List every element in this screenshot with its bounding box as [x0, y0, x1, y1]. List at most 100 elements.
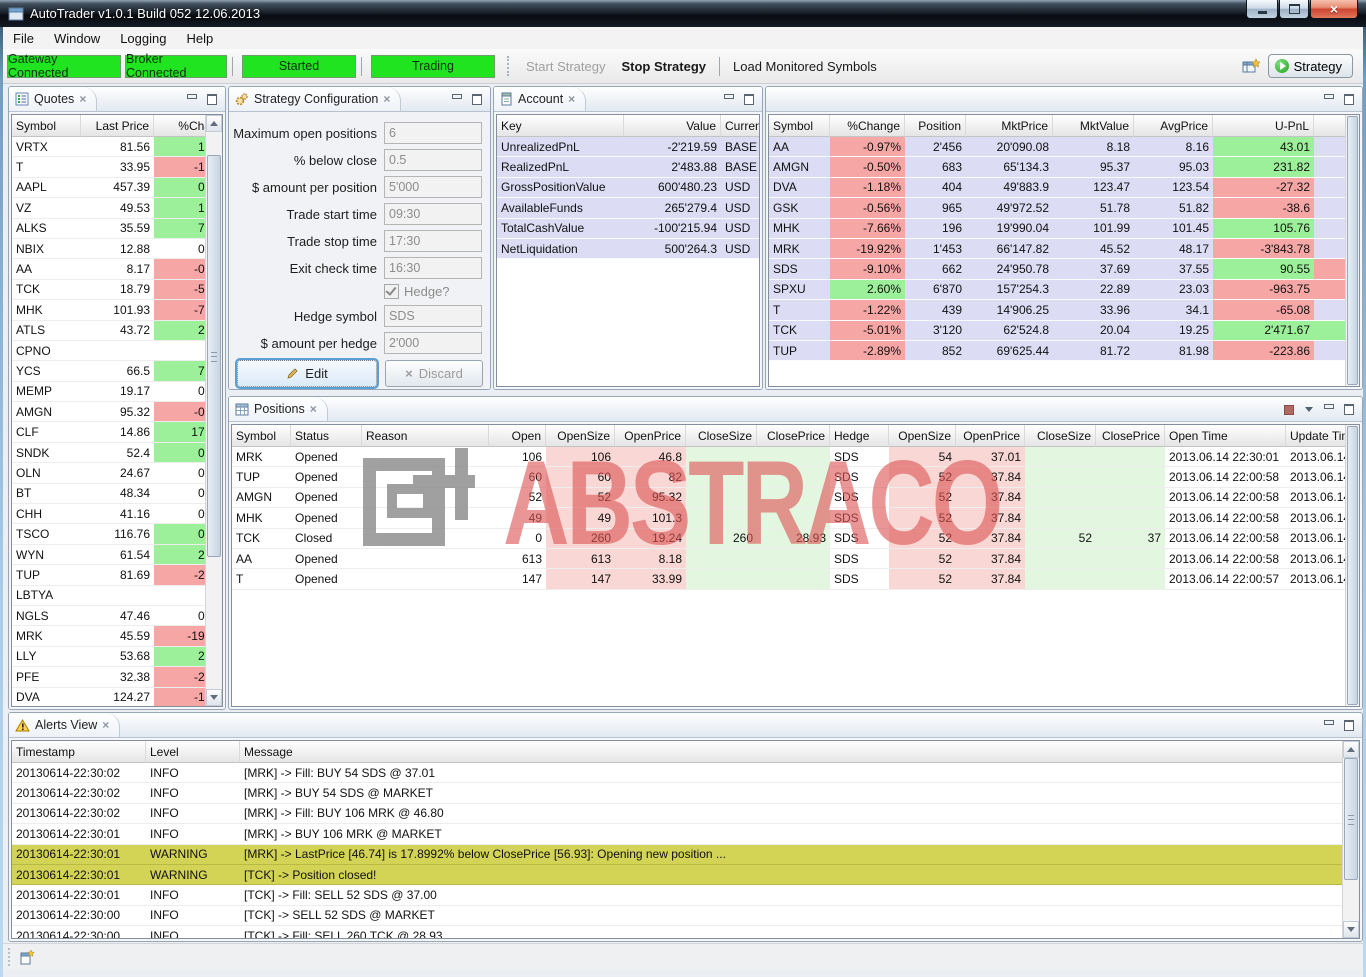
scroll-up-arrow[interactable]: [1343, 741, 1359, 758]
positions-scrollbar[interactable]: [1345, 425, 1359, 706]
panel-maximize-button[interactable]: [1340, 402, 1357, 417]
scroll-down-arrow[interactable]: [206, 689, 222, 706]
menu-logging[interactable]: Logging: [110, 29, 176, 48]
table-row[interactable]: MRK45.59-19.92%: [12, 626, 223, 646]
close-icon[interactable]: ×: [383, 92, 390, 106]
column-header[interactable]: MktPrice: [966, 115, 1053, 137]
menu-window[interactable]: Window: [44, 29, 110, 48]
trading-indicator[interactable]: Trading: [371, 55, 495, 78]
table-row[interactable]: AvailableFunds265'279.4USD: [497, 198, 760, 218]
table-row[interactable]: DVA124.27-1.18%: [12, 688, 223, 707]
column-header[interactable]: Level: [146, 741, 240, 763]
table-row[interactable]: TCKClosed026019.2426028.93SDS5237.845237…: [232, 529, 1360, 549]
table-row[interactable]: 20130614-22:30:01WARNING[MRK] -> LastPri…: [12, 845, 1354, 865]
table-row[interactable]: SDS-9.10%66224'950.7837.6937.5590.55-32.…: [769, 259, 1360, 279]
close-icon[interactable]: ×: [568, 92, 575, 106]
tab-positions[interactable]: Positions ×: [229, 397, 328, 421]
menu-file[interactable]: File: [3, 29, 44, 48]
close-icon[interactable]: ×: [79, 92, 86, 106]
column-header[interactable]: Last Price: [81, 115, 154, 137]
column-header[interactable]: OpenPrice: [956, 425, 1025, 447]
table-row[interactable]: TCK18.79-5.01%: [12, 280, 223, 300]
column-header[interactable]: Open: [489, 425, 546, 447]
column-header[interactable]: Symbol: [769, 115, 830, 137]
tab-account[interactable]: Account ×: [494, 87, 586, 111]
panel-maximize-button[interactable]: [1340, 92, 1357, 107]
table-row[interactable]: NetLiquidation500'264.3USD: [497, 239, 760, 259]
table-row[interactable]: VZ49.531.52%: [12, 198, 223, 218]
table-row[interactable]: AAPL457.390.07%: [12, 178, 223, 198]
table-row[interactable]: 20130614-22:30:02INFO[MRK] -> Fill: BUY …: [12, 763, 1354, 783]
panel-red-square-icon[interactable]: [1280, 402, 1297, 417]
trade-stop-time-field[interactable]: [384, 230, 482, 252]
table-row[interactable]: TUP-2.89%85269'625.4481.7281.98-223.860: [769, 341, 1360, 361]
edit-button[interactable]: Edit: [237, 360, 377, 387]
tab-quotes[interactable]: Quotes ×: [9, 87, 97, 111]
table-row[interactable]: ALKS35.597.20%: [12, 219, 223, 239]
column-header[interactable]: Open Time: [1165, 425, 1286, 447]
trade-start-time-field[interactable]: [384, 203, 482, 225]
scroll-thumb[interactable]: [1347, 116, 1358, 385]
panel-minimize-button[interactable]: [720, 92, 737, 107]
max-open-positions-field[interactable]: [384, 122, 482, 144]
table-row[interactable]: MHKOpened4949101.3SDS5237.842013.06.14 2…: [232, 508, 1360, 528]
column-header[interactable]: Position: [905, 115, 966, 137]
column-header[interactable]: ClosePrice: [1096, 425, 1165, 447]
tab-alerts-view[interactable]: Alerts View ×: [9, 713, 120, 737]
table-row[interactable]: ATLS43.722.94%: [12, 321, 223, 341]
column-header[interactable]: AvgPrice: [1134, 115, 1213, 137]
started-indicator[interactable]: Started: [242, 55, 356, 78]
panel-minimize-button[interactable]: [183, 92, 200, 107]
scroll-thumb[interactable]: [207, 155, 221, 557]
table-row[interactable]: MRKOpened10610646.8SDS5437.012013.06.14 …: [232, 447, 1360, 467]
table-row[interactable]: SNDK52.40.87%: [12, 443, 223, 463]
table-row[interactable]: SPXU2.60%6'870157'254.322.8923.03-963.75…: [769, 280, 1360, 300]
quotes-scrollbar[interactable]: [205, 115, 222, 706]
table-row[interactable]: TOpened14714733.99SDS5237.842013.06.14 2…: [232, 569, 1360, 589]
table-row[interactable]: GSK-0.56%96549'972.5251.7851.82-38.60: [769, 198, 1360, 218]
table-row[interactable]: 20130614-22:30:00INFO[TCK] -> SELL 52 SD…: [12, 906, 1354, 926]
menu-help[interactable]: Help: [176, 29, 223, 48]
table-row[interactable]: MEMP19.170.00%: [12, 382, 223, 402]
open-perspective-icon[interactable]: [1242, 58, 1260, 74]
table-row[interactable]: TotalCashValue-100'215.94USD: [497, 219, 760, 239]
portfolio-table[interactable]: Symbol%ChangePositionMktPriceMktValueAvg…: [768, 114, 1360, 387]
table-row[interactable]: T33.95-1.22%: [12, 157, 223, 177]
close-icon[interactable]: ×: [102, 718, 109, 732]
broker-connected-indicator[interactable]: Broker Connected: [125, 55, 227, 78]
alerts-scrollbar[interactable]: [1342, 741, 1359, 938]
table-row[interactable]: CHH41.160.00%: [12, 504, 223, 524]
column-header[interactable]: Timestamp: [12, 741, 146, 763]
column-header[interactable]: Hedge: [830, 425, 889, 447]
table-row[interactable]: 20130614-22:30:02INFO[MRK] -> Fill: BUY …: [12, 804, 1354, 824]
table-row[interactable]: AA-0.97%2'45620'090.088.188.1643.010: [769, 137, 1360, 157]
table-row[interactable]: GrossPositionValue600'480.23USD: [497, 178, 760, 198]
close-icon[interactable]: ×: [310, 402, 317, 416]
minimize-button[interactable]: [1246, 0, 1278, 19]
column-header[interactable]: Key: [497, 115, 624, 137]
scroll-down-arrow[interactable]: [1343, 921, 1359, 938]
column-header[interactable]: MktValue: [1053, 115, 1134, 137]
tab-strategy-configuration[interactable]: Strategy Configuration ×: [229, 87, 401, 111]
scroll-thumb[interactable]: [1347, 426, 1358, 705]
panel-maximize-button[interactable]: [740, 92, 757, 107]
panel-minimize-button[interactable]: [1320, 402, 1337, 417]
panel-maximize-button[interactable]: [1340, 718, 1357, 733]
account-table[interactable]: KeyValueCurrencyUnrealizedPnL-2'219.59BA…: [496, 114, 760, 387]
exit-check-time-field[interactable]: [384, 257, 482, 279]
amount-per-hedge-field[interactable]: [384, 332, 482, 354]
table-row[interactable]: TUPOpened606082SDS5237.842013.06.14 22:0…: [232, 467, 1360, 487]
hedge-symbol-field[interactable]: [384, 305, 482, 327]
table-row[interactable]: UnrealizedPnL-2'219.59BASE: [497, 137, 760, 157]
view-menu-chevron-icon[interactable]: [1300, 402, 1317, 417]
column-header[interactable]: Currency: [721, 115, 760, 137]
percent-below-close-field[interactable]: [384, 149, 482, 171]
table-row[interactable]: CPNO: [12, 341, 223, 361]
table-row[interactable]: 20130614-22:30:01INFO[MRK] -> BUY 106 MR…: [12, 824, 1354, 844]
table-row[interactable]: AAOpened6136138.18SDS5237.842013.06.14 2…: [232, 549, 1360, 569]
table-row[interactable]: MRK-19.92%1'45366'147.8245.5248.17-3'843…: [769, 239, 1360, 259]
table-row[interactable]: AA8.17-0.97%: [12, 259, 223, 279]
table-row[interactable]: NBIX12.880.00%: [12, 239, 223, 259]
table-row[interactable]: 20130614-22:30:01WARNING[TCK] -> Positio…: [12, 865, 1354, 885]
table-row[interactable]: BT48.340.00%: [12, 484, 223, 504]
